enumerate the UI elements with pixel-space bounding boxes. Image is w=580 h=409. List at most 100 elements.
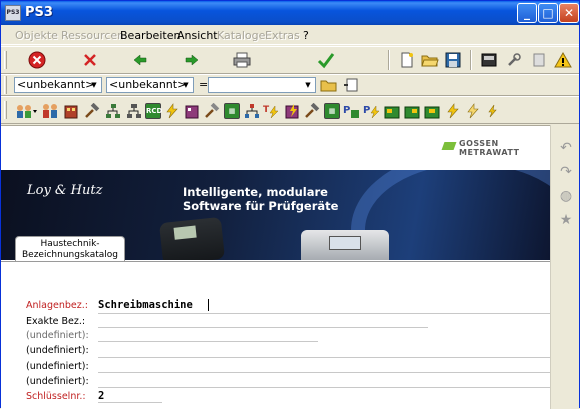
globe-icon[interactable]: ◍ (557, 187, 575, 205)
exakte-bez-label: Exakte Bez.: (26, 316, 86, 327)
device-green-third-icon[interactable] (421, 100, 443, 122)
menu-bar: Objekte Ressourcen Bearbeiten Ansicht Ka… (1, 25, 579, 45)
anlagenbez-label: Anlagenbez.: (26, 300, 88, 311)
svg-text:P: P (363, 105, 370, 116)
forward-icon[interactable]: ↷ (557, 163, 575, 181)
chevron-down-icon[interactable]: ▼ (88, 79, 100, 91)
svg-text:P: P (343, 105, 350, 116)
filter-combo-2[interactable]: <unbekannt> ▼ (106, 77, 194, 93)
back-icon[interactable]: ↶ (557, 139, 575, 157)
star-icon[interactable]: ★ (557, 211, 575, 229)
open-folder-icon[interactable] (419, 49, 441, 71)
device-green-icon[interactable] (381, 100, 403, 122)
menu-objekte[interactable]: Objekte (15, 29, 58, 42)
banner-headline-line2: Software für Prüfgeräte (183, 199, 339, 213)
new-document-icon[interactable] (396, 49, 418, 71)
hammer-icon[interactable] (81, 100, 103, 122)
menu-ansicht[interactable]: Ansicht (177, 29, 218, 42)
grid-test-icon[interactable]: ▦ (321, 100, 343, 122)
p-lightning-icon[interactable]: P (361, 100, 383, 122)
object-toolbar: RCD ▦ T ▦ P P (1, 96, 579, 124)
tree-icon[interactable] (241, 100, 263, 122)
building-alt-icon[interactable] (181, 100, 203, 122)
app-window: PS3 PS3 _ □ ✕ Objekte Ressourcen Bearbei… (0, 0, 580, 409)
undefined-field-3[interactable] (98, 372, 550, 373)
company-logo: GOSSEN METRAWATT (459, 139, 520, 157)
minimize-button[interactable]: _ (517, 3, 537, 23)
banner-logo: Loy & Hutz (27, 183, 103, 198)
text-caret (208, 299, 209, 311)
toolbar-grip[interactable] (4, 76, 7, 94)
persons-icon[interactable] (39, 100, 61, 122)
filter-folder-icon[interactable] (319, 75, 339, 95)
window-title: PS3 (25, 5, 53, 20)
equals-label: = (199, 78, 209, 91)
printer-icon[interactable] (231, 49, 253, 71)
exakte-bez-field[interactable] (98, 327, 428, 328)
tab-label-line2: Bezeichnungskatalog (22, 250, 118, 260)
schluesselnr-field[interactable]: 2 (98, 390, 104, 402)
grid-icon[interactable]: ▦ (221, 100, 243, 122)
menu-kataloge[interactable]: Kataloge (217, 29, 265, 42)
lightning-double-icon[interactable] (461, 100, 483, 122)
save-icon[interactable] (442, 49, 464, 71)
t-lightning-icon[interactable]: T (261, 100, 283, 122)
menu-bearbeiten[interactable]: Bearbeiten (120, 29, 180, 42)
chevron-down-icon[interactable]: ▼ (302, 79, 314, 91)
undefined-field-2-label: (undefiniert): (26, 345, 89, 356)
main-toolbar (1, 46, 579, 74)
app-icon[interactable]: PS3 (5, 5, 21, 21)
undefined-field-2[interactable] (98, 357, 550, 358)
banner-headline-line1: Intelligente, modulare (183, 185, 328, 199)
device-icon[interactable] (478, 49, 500, 71)
menu-extras[interactable]: Extras (265, 29, 300, 42)
undefined-field-4-label: (undefiniert): (26, 376, 89, 387)
schluesselnr-underline (98, 402, 162, 403)
filter-combo-2-value: <unbekannt> (109, 78, 187, 91)
p-check-icon[interactable]: P (341, 100, 363, 122)
lightning-alt-icon[interactable] (441, 100, 463, 122)
maximize-button[interactable]: □ (538, 3, 558, 23)
toolbar-grip[interactable] (4, 101, 7, 119)
anlagenbez-field[interactable]: Schreibmaschine (98, 299, 193, 311)
filter-combo-1-value: <unbekannt> (17, 78, 95, 91)
undefined-field-1[interactable] (98, 341, 318, 342)
network-icon[interactable] (102, 100, 124, 122)
undefined-field-1-label: (undefiniert): (26, 330, 89, 341)
delete-icon[interactable] (79, 49, 101, 71)
users-icon[interactable] (13, 100, 39, 122)
arrow-left-icon[interactable] (129, 49, 151, 71)
toolbar-grip[interactable] (4, 51, 7, 69)
toolbar-separator (388, 50, 390, 70)
lightning-small-icon[interactable] (481, 100, 503, 122)
building-icon[interactable] (60, 100, 82, 122)
undefined-field-4[interactable] (98, 387, 550, 388)
filter-combo-1[interactable]: <unbekannt> ▼ (14, 77, 102, 93)
arrow-right-icon[interactable] (181, 49, 203, 71)
title-bar[interactable]: PS3 PS3 _ □ ✕ (1, 1, 579, 25)
toolbar-separator (470, 50, 472, 70)
close-button[interactable]: ✕ (559, 3, 579, 23)
hammer-test-icon[interactable] (301, 100, 323, 122)
stop-icon[interactable] (26, 49, 48, 71)
checkmark-icon[interactable] (315, 49, 337, 71)
tab-bezeichnungskatalog[interactable]: Haustechnik- Bezeichnungskatalog (15, 236, 125, 262)
filter-apply-icon[interactable] (341, 75, 361, 95)
svg-text:T: T (263, 105, 270, 115)
tools-icon[interactable] (503, 49, 525, 71)
chevron-down-icon[interactable]: ▼ (180, 79, 192, 91)
right-sidebar: ↶ ↷ ◍ ★ (550, 125, 579, 409)
gossen-logo-icon (441, 142, 457, 150)
book-icon[interactable] (528, 49, 550, 71)
lightning-icon[interactable] (161, 100, 183, 122)
menu-ressourcen[interactable]: Ressourcen (61, 29, 124, 42)
menu-help[interactable]: ? (303, 29, 309, 42)
device-green-alt-icon[interactable] (401, 100, 423, 122)
filter-combo-3[interactable]: ▼ (208, 77, 316, 93)
warning-icon[interactable] (552, 49, 574, 71)
schluesselnr-label: Schlüsselnr.: (26, 391, 86, 402)
device-image-alt (301, 230, 389, 260)
test-building-icon[interactable] (281, 100, 303, 122)
undefined-field-3-label: (undefiniert): (26, 361, 89, 372)
hammer-alt-icon[interactable] (201, 100, 223, 122)
